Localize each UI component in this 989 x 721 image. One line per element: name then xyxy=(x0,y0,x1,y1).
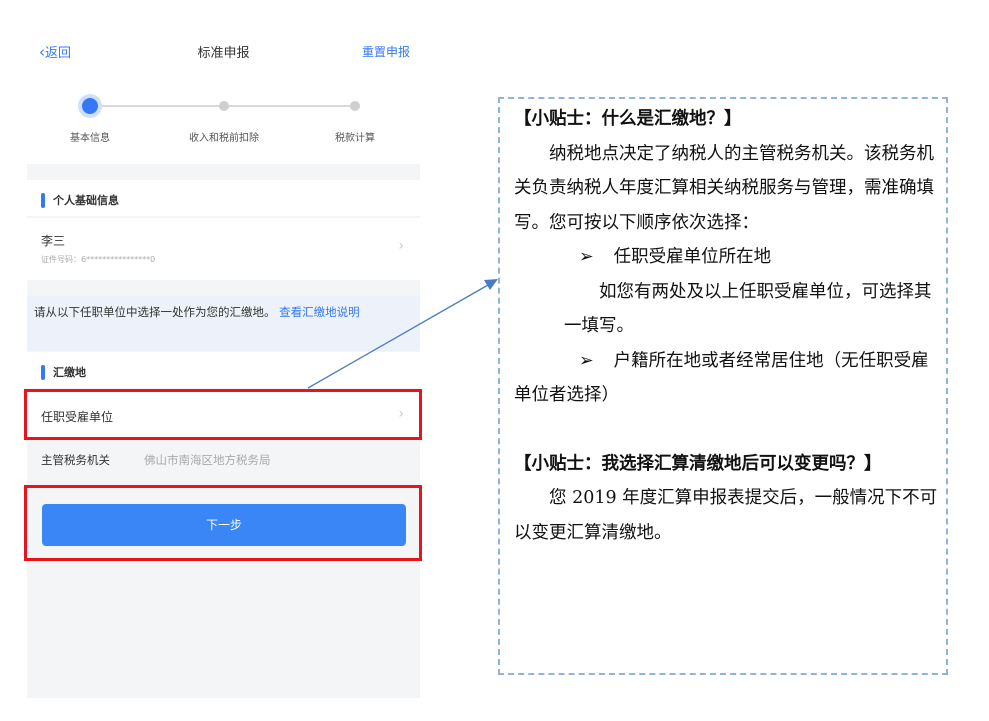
tips-panel: 【小贴士：什么是汇缴地？】 纳税地点决定了纳税人的主管税务机关。该税务机关负责纳… xyxy=(498,97,948,675)
bullet-arrow-icon: ➢ xyxy=(579,350,594,371)
bullet-2: ➢ 户籍所在地或者经常居住地（无任职受雇单位者选择） xyxy=(514,344,940,413)
bullet-1-text: 任职受雇单位所在地 xyxy=(613,247,772,267)
tip2-body: 您 2019 年度汇算申报表提交后，一般情况下不可以变更汇算清缴地。 xyxy=(514,488,938,543)
bullet-1-note: 如您有两处及以上任职受雇单位，可选择其一填写。 xyxy=(564,281,932,337)
bullet-1: ➢ 任职受雇单位所在地 xyxy=(514,240,940,275)
bullet-arrow-icon: ➢ xyxy=(579,247,594,267)
bullet-2-text: 户籍所在地或者经常居住地（无任职受雇单位者选择） xyxy=(514,350,929,406)
tip1-body: 纳税地点决定了纳税人的主管税务机关。该税务机关负责纳税人年度汇算相关纳税服务与管… xyxy=(514,143,934,233)
tip2-title: 【小贴士：我选择汇算清缴地后可以变更吗？】 xyxy=(514,453,882,474)
tip1-title: 【小贴士：什么是汇缴地？】 xyxy=(514,109,742,129)
